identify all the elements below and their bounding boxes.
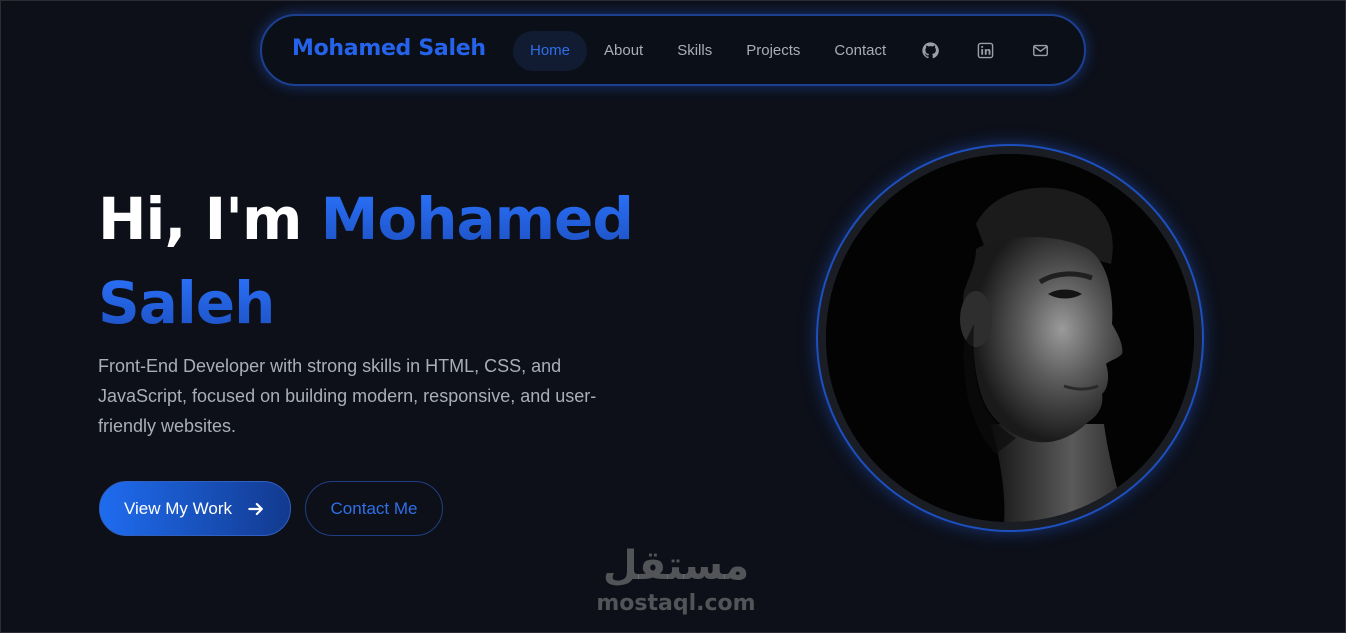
hero-heading: Hi, I'm Mohamed Saleh <box>98 177 698 345</box>
linkedin-icon[interactable] <box>977 42 994 59</box>
arrow-right-icon <box>246 499 266 519</box>
nav-link-about[interactable]: About <box>587 31 660 71</box>
view-my-work-button[interactable]: View My Work <box>99 481 291 536</box>
social-icons <box>922 42 1049 59</box>
nav-link-skills[interactable]: Skills <box>660 31 729 71</box>
nav-links: Home About Skills Projects Contact <box>513 31 903 71</box>
nav-link-projects[interactable]: Projects <box>729 31 817 71</box>
brand-logo[interactable]: Mohamed Saleh <box>292 36 486 61</box>
view-my-work-label: View My Work <box>123 498 232 518</box>
hero-greeting: Hi, I'm <box>98 185 302 253</box>
watermark-arabic: مستقل <box>602 543 750 589</box>
page: Mohamed Saleh Home About Skills Projects… <box>0 0 1346 633</box>
hero-name-last: Saleh <box>98 269 275 337</box>
hero-description: Front-End Developer with strong skills i… <box>98 356 597 436</box>
hero-name-first: Mohamed <box>320 185 634 253</box>
nav-link-contact[interactable]: Contact <box>817 31 903 71</box>
mail-icon[interactable] <box>1032 42 1049 59</box>
mostaql-watermark: مستقل mostaql.com <box>591 541 761 617</box>
watermark-latin: mostaql.com <box>596 591 756 616</box>
contact-me-button[interactable]: Contact Me <box>305 481 443 536</box>
github-icon[interactable] <box>922 42 939 59</box>
profile-photo <box>826 154 1194 522</box>
nav-link-home[interactable]: Home <box>513 31 588 71</box>
navbar: Mohamed Saleh Home About Skills Projects… <box>260 14 1086 86</box>
profile-photo-frame <box>818 146 1202 530</box>
